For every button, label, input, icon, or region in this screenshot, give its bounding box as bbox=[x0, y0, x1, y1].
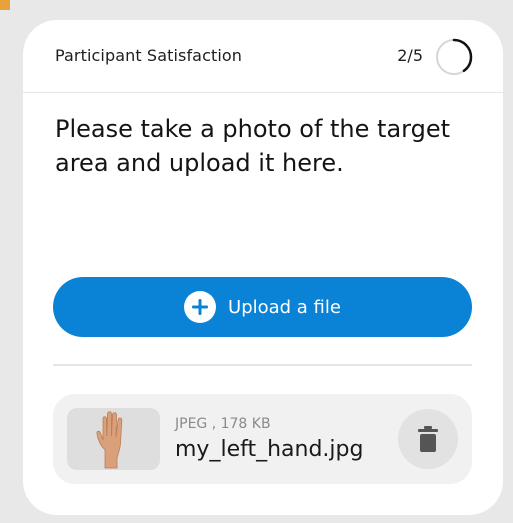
survey-title: Participant Satisfaction bbox=[55, 46, 243, 65]
plus-circle-icon bbox=[184, 291, 217, 323]
delete-file-button[interactable] bbox=[398, 409, 458, 469]
upload-file-button[interactable]: Upload a file bbox=[53, 277, 472, 337]
file-thumbnail[interactable] bbox=[67, 408, 160, 470]
upload-button-label: Upload a file bbox=[228, 296, 341, 318]
question-text: Please take a photo of the target area a… bbox=[55, 115, 451, 177]
file-name: my_left_hand.jpg bbox=[175, 437, 364, 462]
progress-label: 2/5 bbox=[397, 46, 423, 65]
hand-photo-icon bbox=[96, 411, 123, 469]
card-header: Participant Satisfaction 2/5 bbox=[23, 20, 503, 93]
corner-marker bbox=[0, 0, 10, 10]
progress-ring-icon bbox=[435, 38, 473, 76]
survey-card: Participant Satisfaction 2/5 Please take… bbox=[23, 20, 503, 515]
uploaded-file-item: JPEG , 178 KB my_left_hand.jpg bbox=[53, 394, 472, 484]
trash-icon bbox=[418, 426, 438, 452]
section-divider bbox=[53, 364, 472, 366]
file-meta: JPEG , 178 KB bbox=[175, 416, 271, 432]
